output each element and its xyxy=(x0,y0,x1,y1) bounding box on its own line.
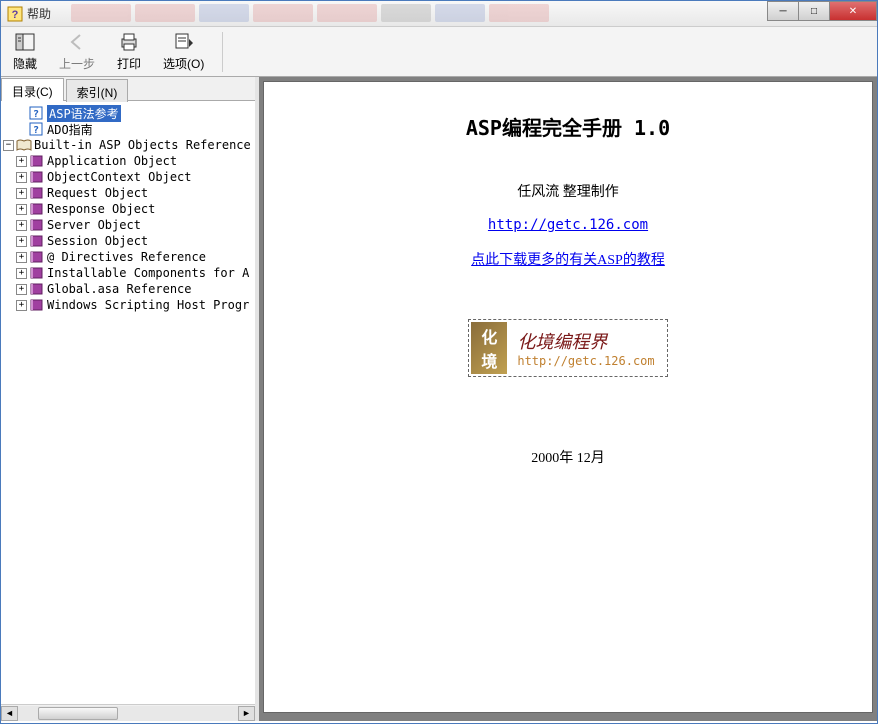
tree-item[interactable]: + Installable Components for A xyxy=(3,265,253,281)
back-icon xyxy=(66,31,88,53)
hide-label: 隐藏 xyxy=(13,55,37,72)
tree-label-selected: ASP语法参考 xyxy=(47,105,121,122)
banner[interactable]: 化 境 化境编程界 http://getc.126.com xyxy=(468,319,667,377)
hide-icon xyxy=(14,31,36,53)
closed-book-icon xyxy=(29,298,45,312)
tree-item[interactable]: + Request Object xyxy=(3,185,253,201)
expand-icon[interactable]: + xyxy=(16,188,27,199)
expand-icon[interactable]: + xyxy=(16,236,27,247)
options-button[interactable]: 选项(O) xyxy=(159,29,208,74)
back-button: 上一步 xyxy=(55,29,99,74)
tree-item[interactable]: + Response Object xyxy=(3,201,253,217)
tree-item[interactable]: ? ADO指南 xyxy=(3,121,253,137)
nav-pane: 目录(C) 索引(N) ? ASP语法参考 ? ADO指南 − Built-in… xyxy=(1,77,259,721)
nav-tabs: 目录(C) 索引(N) xyxy=(1,77,255,101)
scroll-right-arrow[interactable]: ► xyxy=(238,706,255,721)
back-label: 上一步 xyxy=(59,55,95,72)
banner-title: 化境编程界 xyxy=(517,328,654,354)
tree-item[interactable]: + ObjectContext Object xyxy=(3,169,253,185)
tree-item[interactable]: + Global.asa Reference xyxy=(3,281,253,297)
expand-icon[interactable]: + xyxy=(16,172,27,183)
banner-logo-icon: 化 境 xyxy=(471,322,507,374)
expand-icon[interactable]: + xyxy=(16,204,27,215)
expand-icon[interactable]: + xyxy=(16,220,27,231)
svg-text:?: ? xyxy=(12,9,19,21)
expand-icon[interactable]: + xyxy=(16,268,27,279)
tree-label: Session Object xyxy=(47,234,148,248)
help-icon: ? xyxy=(7,6,23,22)
tree-label: Request Object xyxy=(47,186,148,200)
toolbar-separator xyxy=(222,32,223,72)
tree-label: Windows Scripting Host Progr xyxy=(47,298,249,312)
print-icon xyxy=(118,31,140,53)
tree-item[interactable]: + Server Object xyxy=(3,217,253,233)
tree-item[interactable]: ? ASP语法参考 xyxy=(3,105,253,121)
browser-tabs-blur xyxy=(71,4,757,24)
tree-item[interactable]: + Windows Scripting Host Progr xyxy=(3,297,253,313)
tree-label: ObjectContext Object xyxy=(47,170,192,184)
expand-icon[interactable]: + xyxy=(16,300,27,311)
help-page-icon: ? xyxy=(29,122,45,136)
hide-button[interactable]: 隐藏 xyxy=(9,29,41,74)
h-scrollbar[interactable]: ◄ ► xyxy=(1,704,255,721)
closed-book-icon xyxy=(29,202,45,216)
tree-item[interactable]: − Built-in ASP Objects Reference xyxy=(3,137,253,153)
closed-book-icon xyxy=(29,154,45,168)
titlebar: ? 帮助 ─ □ ✕ xyxy=(1,1,877,27)
options-label: 选项(O) xyxy=(163,55,204,72)
help-page-icon: ? xyxy=(29,106,45,120)
closed-book-icon xyxy=(29,186,45,200)
tree-label: ADO指南 xyxy=(47,121,93,138)
banner-logo-char1: 化 xyxy=(481,324,497,348)
expand-icon[interactable]: + xyxy=(16,284,27,295)
closed-book-icon xyxy=(29,282,45,296)
svg-text:?: ? xyxy=(33,109,39,120)
tree-label: @ Directives Reference xyxy=(47,250,206,264)
doc-author: 任风流 整理制作 xyxy=(284,181,852,201)
closed-book-icon xyxy=(29,170,45,184)
svg-text:?: ? xyxy=(33,125,39,136)
tree-label: Built-in ASP Objects Reference xyxy=(34,138,251,152)
doc-date: 2000年 12月 xyxy=(284,447,852,467)
tree-label: Installable Components for A xyxy=(47,266,249,280)
tree-label: Application Object xyxy=(47,154,177,168)
scroll-track[interactable] xyxy=(18,706,238,721)
banner-url: http://getc.126.com xyxy=(517,354,654,368)
minimize-button[interactable]: ─ xyxy=(767,1,799,21)
collapse-icon[interactable]: − xyxy=(3,140,14,151)
tree-label: Global.asa Reference xyxy=(47,282,192,296)
scroll-thumb[interactable] xyxy=(38,707,118,720)
window-title: 帮助 xyxy=(27,5,51,22)
doc-link-url[interactable]: http://getc.126.com xyxy=(284,217,852,233)
options-icon xyxy=(173,31,195,53)
closed-book-icon xyxy=(29,250,45,264)
document-page: ASP编程完全手册 1.0 任风流 整理制作 http://getc.126.c… xyxy=(263,81,873,713)
expand-icon[interactable]: + xyxy=(16,156,27,167)
content-pane: ASP编程完全手册 1.0 任风流 整理制作 http://getc.126.c… xyxy=(259,77,877,721)
print-label: 打印 xyxy=(117,55,141,72)
closed-book-icon xyxy=(29,234,45,248)
tree-item[interactable]: + Application Object xyxy=(3,153,253,169)
tree[interactable]: ? ASP语法参考 ? ADO指南 − Built-in ASP Objects… xyxy=(1,101,255,704)
tree-item[interactable]: + Session Object xyxy=(3,233,253,249)
tab-contents[interactable]: 目录(C) xyxy=(1,78,64,101)
doc-link-download[interactable]: 点此下载更多的有关ASP的教程 xyxy=(284,249,852,269)
tab-index[interactable]: 索引(N) xyxy=(66,79,129,102)
tree-item[interactable]: + @ Directives Reference xyxy=(3,249,253,265)
expand-icon[interactable]: + xyxy=(16,252,27,263)
tree-label: Server Object xyxy=(47,218,141,232)
banner-logo-char2: 境 xyxy=(481,348,497,372)
tree-label: Response Object xyxy=(47,202,155,216)
scroll-left-arrow[interactable]: ◄ xyxy=(1,706,18,721)
close-button[interactable]: ✕ xyxy=(829,1,877,21)
doc-title: ASP编程完全手册 1.0 xyxy=(284,112,852,141)
maximize-button[interactable]: □ xyxy=(798,1,830,21)
print-button[interactable]: 打印 xyxy=(113,29,145,74)
closed-book-icon xyxy=(29,266,45,280)
toolbar: 隐藏 上一步 打印 选项(O) xyxy=(1,27,877,77)
open-book-icon xyxy=(16,138,32,152)
closed-book-icon xyxy=(29,218,45,232)
